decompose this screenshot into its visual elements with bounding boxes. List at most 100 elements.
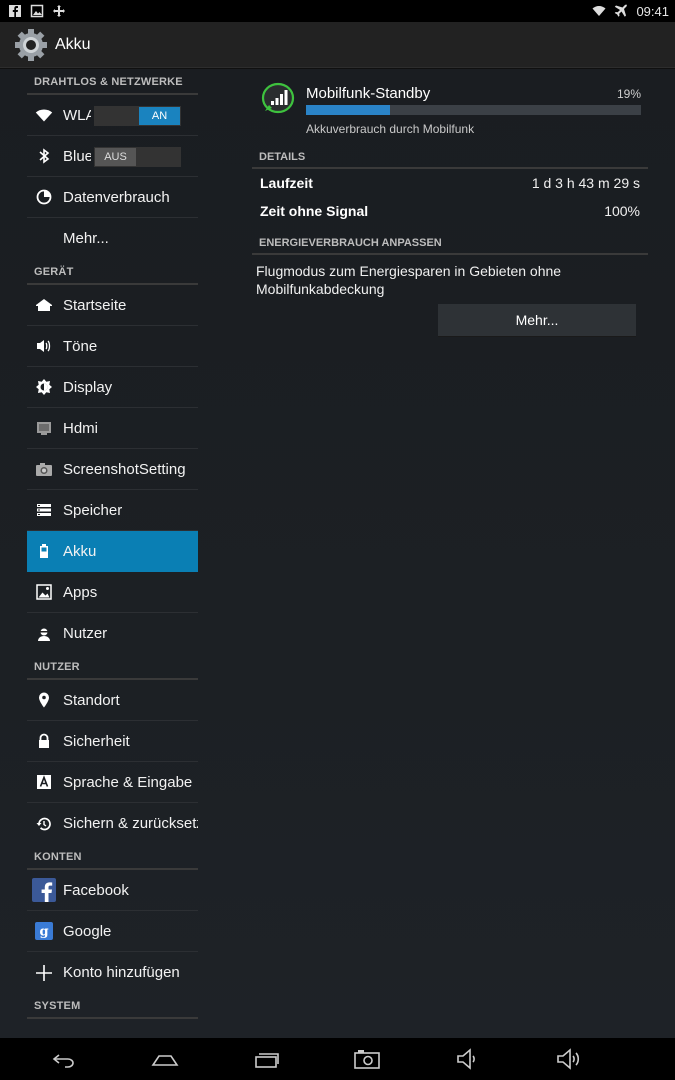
energy-header: ENERGIEVERBRAUCH ANPASSEN	[252, 225, 648, 255]
airplane-mode-icon	[614, 4, 628, 18]
restore-icon	[34, 814, 54, 834]
toggle-on-label: AN	[139, 107, 180, 125]
sidebar-item-google[interactable]: g Google	[27, 911, 198, 952]
sidebar-item-label: Nutzer	[63, 625, 108, 642]
camera-icon	[34, 459, 54, 479]
sidebar-item-battery[interactable]: Akku	[27, 531, 198, 572]
volume-down-icon[interactable]	[454, 1047, 482, 1071]
sidebar-item-label: WLAN	[63, 106, 91, 124]
sidebar-item-label: Apps	[63, 583, 98, 601]
recent-apps-icon[interactable]	[253, 1047, 281, 1071]
detail-row-runtime: Laufzeit 1 d 3 h 43 m 29 s	[252, 169, 648, 197]
sidebar-item-sounds[interactable]: Töne	[27, 326, 198, 367]
back-icon[interactable]	[50, 1047, 78, 1071]
sidebar-item-screenshot[interactable]: ScreenshotSetting	[27, 449, 198, 490]
sidebar-item-add-account[interactable]: Konto hinzufügen	[27, 952, 198, 993]
more-button[interactable]: Mehr...	[438, 304, 636, 337]
sidebar-item-more[interactable]: Mehr...	[27, 218, 198, 259]
facebook-notification-icon	[8, 4, 22, 18]
sidebar-item-hdmi[interactable]: Hdmi	[27, 408, 198, 449]
usage-name: Mobilfunk-Standby	[306, 85, 431, 102]
detail-row-no-signal: Zeit ohne Signal 100%	[252, 197, 648, 225]
sidebar-item-security[interactable]: Sicherheit	[27, 721, 198, 762]
section-header-wireless: DRAHTLOS & NETZWERKE	[27, 69, 198, 95]
storage-icon	[34, 500, 54, 520]
sidebar-item-label: Sichern & zurücksetzen	[63, 815, 198, 832]
detail-value: 100%	[604, 203, 640, 219]
settings-gear-icon[interactable]	[12, 26, 50, 64]
sidebar-item-label: Hdmi	[63, 419, 99, 437]
sidebar-item-users[interactable]: Nutzer	[27, 613, 198, 654]
action-bar: Akku	[0, 22, 675, 68]
sidebar-item-wifi[interactable]: WLAN AN	[27, 95, 198, 136]
bluetooth-toggle[interactable]: AUS	[94, 147, 181, 167]
sidebar-item-language[interactable]: Sprache & Eingabe	[27, 762, 198, 803]
data-usage-icon	[34, 187, 54, 207]
usage-description: Akkuverbrauch durch Mobilfunk	[306, 122, 475, 136]
sidebar-item-label: Display	[63, 378, 113, 396]
sidebar-item-backup[interactable]: Sichern & zurücksetzen	[27, 803, 198, 844]
notification-icons	[8, 4, 66, 18]
lock-icon	[34, 731, 54, 751]
section-header-system: SYSTEM	[27, 993, 198, 1019]
content-area: DRAHTLOS & NETZWERKE WLAN AN Bluetooth A…	[0, 69, 675, 1038]
page-title: Akku	[55, 35, 91, 53]
brightness-icon	[34, 377, 54, 397]
sidebar-item-label: ScreenshotSetting	[63, 460, 186, 478]
home-icon[interactable]	[151, 1047, 179, 1071]
section-header-user: NUTZER	[27, 654, 198, 680]
sidebar-item-label: Mehr...	[63, 230, 109, 247]
toggle-off-label: AUS	[95, 148, 136, 166]
sidebar-item-label: Akku	[63, 542, 97, 560]
usage-entry: Mobilfunk-Standby 19% Akkuverbrauch durc…	[252, 69, 648, 139]
sidebar-item-location[interactable]: Standort	[27, 680, 198, 721]
wifi-icon	[34, 105, 54, 125]
sidebar-item-bluetooth[interactable]: Bluetooth AUS	[27, 136, 198, 177]
section-header-device: GERÄT	[27, 259, 198, 285]
sidebar-item-label: Facebook	[63, 881, 129, 899]
clock: 09:41	[636, 3, 669, 19]
volume-up-icon[interactable]	[555, 1047, 583, 1071]
user-icon	[34, 624, 54, 644]
move-notification-icon	[52, 4, 66, 18]
energy-hint: Flugmodus zum Energiesparen in Gebieten …	[256, 263, 562, 297]
sidebar-item-label: Speicher	[63, 501, 123, 519]
svg-text:g: g	[39, 925, 48, 940]
speaker-icon	[34, 336, 54, 356]
sidebar-item-storage[interactable]: Speicher	[27, 490, 198, 531]
sidebar-item-home[interactable]: Startseite	[27, 285, 198, 326]
sidebar-item-label: Startseite	[63, 296, 127, 314]
cell-signal-icon	[261, 82, 295, 114]
details-header: DETAILS	[252, 139, 648, 169]
section-header-accounts: KONTEN	[27, 844, 198, 870]
image-notification-icon	[30, 4, 44, 18]
sidebar-item-facebook[interactable]: Facebook	[27, 870, 198, 911]
sidebar-item-label: Töne	[63, 337, 98, 355]
navigation-bar	[0, 1038, 675, 1080]
location-pin-icon	[34, 690, 54, 710]
language-icon	[34, 772, 54, 792]
facebook-icon	[32, 878, 56, 902]
home-icon	[34, 295, 54, 315]
detail-key: Zeit ohne Signal	[260, 203, 369, 219]
wifi-icon	[592, 4, 606, 18]
sidebar-item-label: Google	[63, 922, 112, 940]
settings-sidebar: DRAHTLOS & NETZWERKE WLAN AN Bluetooth A…	[27, 69, 198, 1038]
bluetooth-icon	[34, 146, 54, 166]
status-bar: 09:41	[0, 0, 675, 22]
detail-key: Laufzeit	[260, 175, 313, 191]
system-icons: 09:41	[592, 4, 669, 19]
google-icon: g	[34, 921, 54, 941]
usage-percent: 19%	[616, 87, 641, 101]
wifi-toggle[interactable]: AN	[94, 106, 181, 126]
apps-icon	[34, 582, 54, 602]
sidebar-item-label: Sicherheit	[63, 732, 130, 750]
sidebar-item-data-usage[interactable]: Datenverbrauch	[27, 177, 198, 218]
sidebar-item-label: Bluetooth	[63, 147, 91, 165]
sidebar-item-label: Sprache & Eingabe	[63, 773, 193, 791]
screenshot-icon[interactable]	[353, 1047, 381, 1071]
sidebar-item-apps[interactable]: Apps	[27, 572, 198, 613]
sidebar-item-display[interactable]: Display	[27, 367, 198, 408]
usage-progress-bar	[306, 105, 641, 115]
plus-icon	[34, 963, 54, 983]
